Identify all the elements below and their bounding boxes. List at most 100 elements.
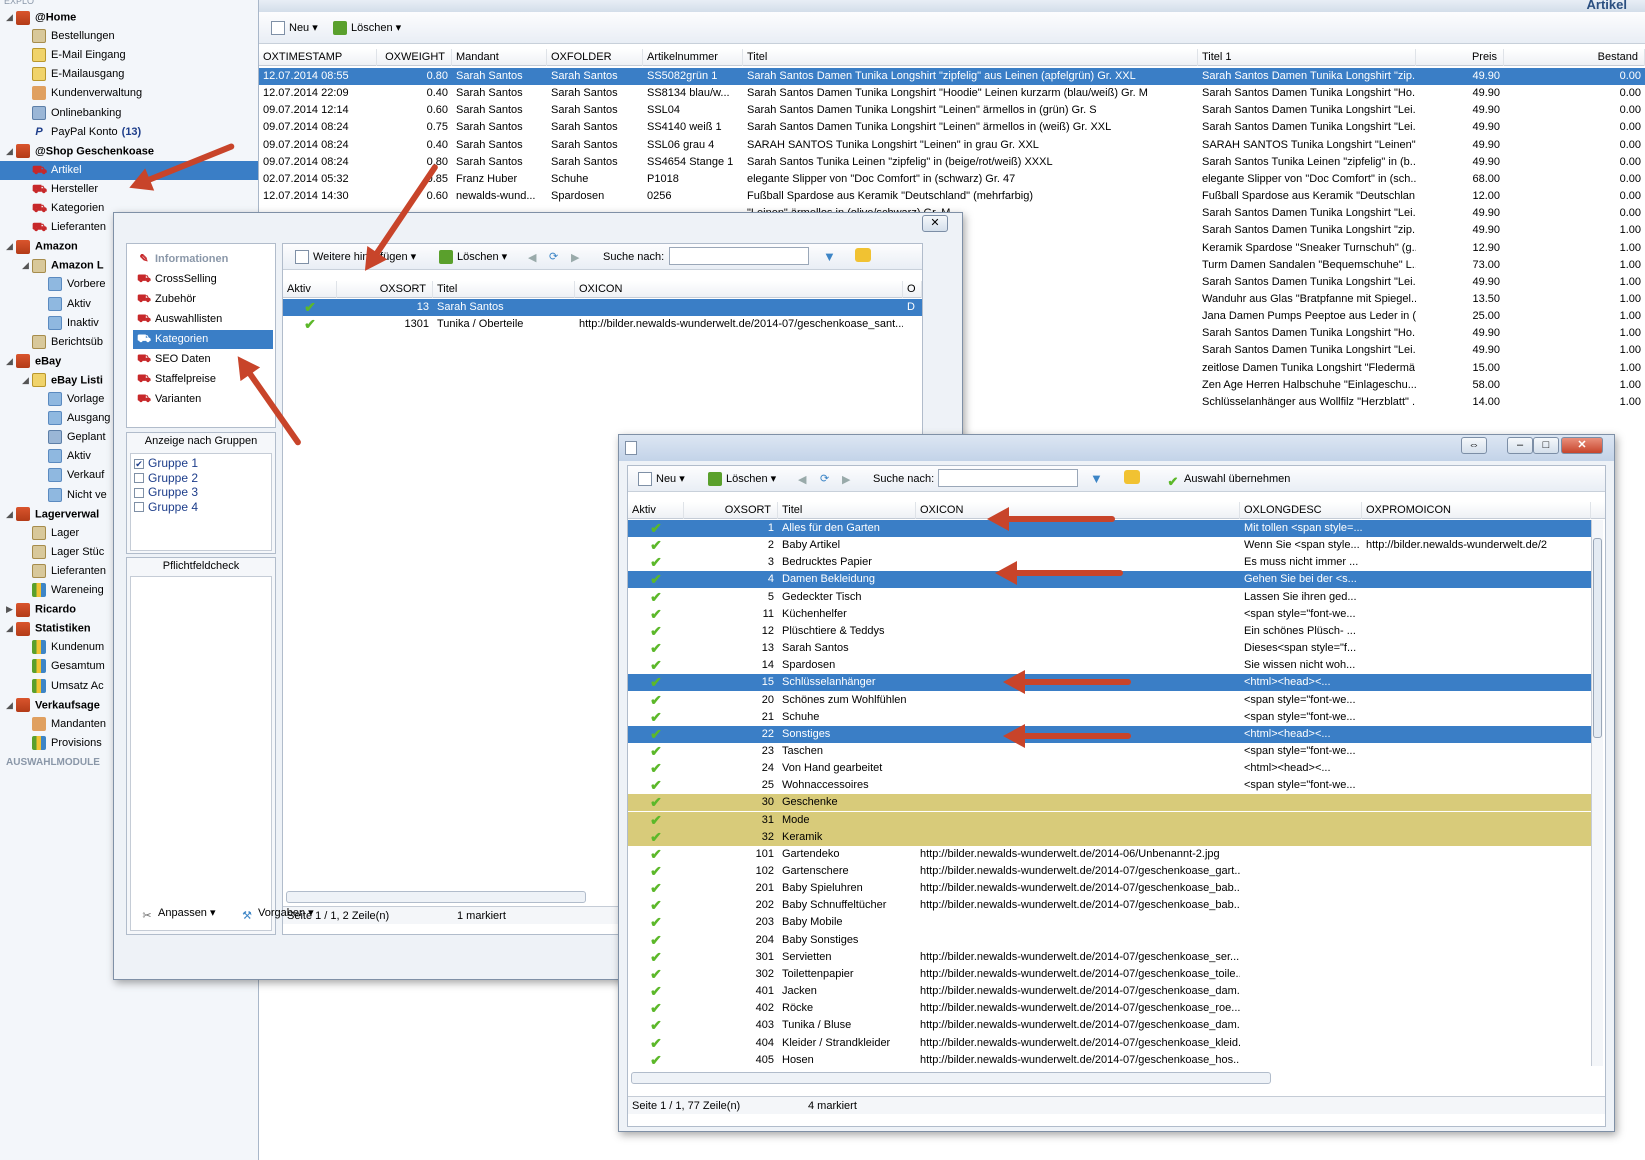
active-checkmark-icon[interactable]: ✔ — [628, 1017, 684, 1034]
group-checkbox[interactable] — [134, 502, 144, 513]
active-checkmark-icon[interactable]: ✔ — [628, 606, 684, 623]
column-header[interactable]: Aktiv — [628, 502, 684, 519]
horizontal-scrollbar[interactable] — [631, 1072, 1271, 1084]
active-checkmark-icon[interactable]: ✔ — [628, 777, 684, 794]
table-row[interactable]: ✔ 24 Von Hand gearbeitet <html><head><... — [628, 760, 1591, 777]
nav-item-zubehör[interactable]: ⛟ Zubehör — [133, 290, 273, 309]
table-row[interactable]: ✔ 405 Hosen http://bilder.newalds-wunderwel… — [628, 1052, 1591, 1069]
active-checkmark-icon[interactable]: ✔ — [628, 589, 684, 606]
nav-back-icon[interactable]: ◀ — [528, 251, 536, 264]
nav-forward-icon[interactable]: ▶ — [842, 473, 850, 486]
active-checkmark-icon[interactable]: ✔ — [628, 846, 684, 863]
nav-item-auswahllisten[interactable]: ⛟ Auswahllisten — [133, 310, 273, 329]
active-checkmark-icon[interactable]: ✔ — [628, 726, 684, 743]
table-row[interactable]: ✔ 20 Schönes zum Wohlfühlen <span style="fo… — [628, 692, 1591, 709]
table-row[interactable]: 09.07.2014 12:14 0.60 Sarah Santos Sarah Sa… — [259, 102, 1645, 119]
restore-button[interactable]: ⇔ — [1461, 437, 1487, 454]
active-checkmark-icon[interactable]: ✔ — [628, 1035, 684, 1052]
table-row[interactable]: 12.07.2014 08:55 0.80 Sarah Santos Sarah Sa… — [259, 68, 1645, 85]
expand-arrow-icon[interactable]: ◢ — [6, 142, 16, 161]
nav-item-varianten[interactable]: ⛟ Varianten — [133, 390, 273, 409]
active-checkmark-icon[interactable]: ✔ — [628, 623, 684, 640]
active-checkmark-icon[interactable]: ✔ — [628, 657, 684, 674]
db-icon[interactable] — [1124, 470, 1140, 484]
table-row[interactable]: ✔ 3 Bedrucktes Papier Es muss nicht immer .… — [628, 554, 1591, 571]
active-checkmark-icon[interactable]: ✔ — [628, 880, 684, 897]
sidebar-item[interactable]: ◢ @Home — [0, 8, 258, 27]
column-header[interactable]: Artikelnummer — [643, 49, 743, 66]
defaults-button[interactable]: ⚒ Vorgaben ▾ — [236, 903, 318, 923]
table-row[interactable]: ✔ 12 Plüschtiere & Teddys Ein schönes Plüsc… — [628, 623, 1591, 640]
column-header[interactable]: Titel — [433, 281, 575, 298]
table-row[interactable]: ✔ 201 Baby Spieluhren http://bilder.newalds… — [628, 880, 1591, 897]
active-checkmark-icon[interactable]: ✔ — [628, 966, 684, 983]
refresh-icon[interactable]: ⟳ — [820, 472, 829, 485]
db-icon[interactable] — [855, 248, 871, 262]
vertical-scrollbar[interactable] — [1591, 520, 1603, 1066]
column-header[interactable]: Preis — [1416, 49, 1504, 66]
table-row[interactable]: ✔ 202 Baby Schnuffeltücher http://bilder.ne… — [628, 897, 1591, 914]
table-row[interactable]: ✔ 13 Sarah Santos Dieses<span style="f... — [628, 640, 1591, 657]
expand-arrow-icon[interactable]: ◢ — [22, 256, 32, 275]
active-checkmark-icon[interactable]: ✔ — [628, 537, 684, 554]
active-checkmark-icon[interactable]: ✔ — [628, 743, 684, 760]
minimize-button[interactable]: – — [1507, 437, 1533, 454]
active-checkmark-icon[interactable]: ✔ — [628, 1052, 684, 1069]
column-header[interactable]: Titel 1 — [1198, 49, 1416, 66]
column-header[interactable]: Mandant — [452, 49, 547, 66]
sidebar-item[interactable]: E-Mail Eingang — [0, 46, 258, 65]
column-header[interactable]: O — [903, 281, 922, 298]
expand-arrow-icon[interactable]: ◢ — [6, 505, 16, 524]
group-filter-item[interactable]: Gruppe 4 — [134, 500, 198, 514]
table-row[interactable]: 09.07.2014 08:24 0.75 Sarah Santos Sarah Sa… — [259, 119, 1645, 136]
group-filter-item[interactable]: Gruppe 3 — [134, 485, 198, 499]
group-checkbox[interactable]: ✔ — [134, 458, 144, 469]
active-checkmark-icon[interactable]: ✔ — [628, 863, 684, 880]
sidebar-item[interactable]: P PayPal Konto (13) — [0, 123, 258, 142]
table-row[interactable]: ✔ 1 Alles für den Garten Mit tollen <span s… — [628, 520, 1591, 537]
expand-arrow-icon[interactable]: ◢ — [22, 371, 32, 390]
dialog1-delete-button[interactable]: Löschen ▾ — [435, 247, 511, 267]
dialog1-close-button[interactable]: ✕ — [922, 215, 948, 232]
expand-arrow-icon[interactable]: ◢ — [6, 352, 16, 371]
table-row[interactable]: ✔ 302 Toilettenpapier http://bilder.newalds… — [628, 966, 1591, 983]
column-header[interactable]: OXWEIGHT — [377, 49, 452, 66]
table-row[interactable]: 12.07.2014 14:30 0.60 newalds-wund... Spard… — [259, 188, 1645, 205]
active-checkmark-icon[interactable]: ✔ — [628, 692, 684, 709]
table-row[interactable]: ✔ 21 Schuhe <span style="font-we... — [628, 709, 1591, 726]
filter-icon[interactable]: ▼ — [1090, 471, 1103, 486]
table-row[interactable]: ✔ 23 Taschen <span style="font-we... — [628, 743, 1591, 760]
table-row[interactable]: ✔ 403 Tunika / Bluse http://bilder.newalds-… — [628, 1017, 1591, 1034]
column-header[interactable]: Aktiv — [283, 281, 337, 298]
active-checkmark-icon[interactable]: ✔ — [283, 316, 337, 333]
table-row[interactable]: 12.07.2014 22:09 0.40 Sarah Santos Sarah Sa… — [259, 85, 1645, 102]
active-checkmark-icon[interactable]: ✔ — [628, 812, 684, 829]
group-filter-item[interactable]: Gruppe 2 — [134, 471, 198, 485]
new-button[interactable]: Neu ▾ — [267, 18, 322, 38]
refresh-icon[interactable]: ⟳ — [549, 250, 558, 263]
table-row[interactable]: ✔ 101 Gartendeko http://bilder.newalds-wund… — [628, 846, 1591, 863]
column-header[interactable]: Titel — [778, 502, 916, 519]
active-checkmark-icon[interactable]: ✔ — [628, 932, 684, 949]
group-filter-item[interactable]: ✔ Gruppe 1 — [134, 456, 198, 470]
active-checkmark-icon[interactable]: ✔ — [628, 949, 684, 966]
horizontal-scrollbar[interactable] — [286, 891, 586, 903]
active-checkmark-icon[interactable]: ✔ — [628, 640, 684, 657]
table-row[interactable]: ✔ 404 Kleider / Strandkleider http://bilder… — [628, 1035, 1591, 1052]
nav-forward-icon[interactable]: ▶ — [571, 251, 579, 264]
active-checkmark-icon[interactable]: ✔ — [283, 299, 337, 316]
dialog2-close-button[interactable]: ✕ — [1561, 437, 1603, 454]
column-header[interactable]: Bestand — [1504, 49, 1645, 66]
nav-item-crossselling[interactable]: ⛟ CrossSelling — [133, 270, 273, 289]
active-checkmark-icon[interactable]: ✔ — [628, 674, 684, 691]
active-checkmark-icon[interactable]: ✔ — [628, 571, 684, 588]
column-header[interactable]: OXICON — [575, 281, 903, 298]
table-row[interactable]: ✔ 14 Spardosen Sie wissen nicht woh... — [628, 657, 1591, 674]
table-row[interactable]: ✔ 301 Servietten http://bilder.newalds-wund… — [628, 949, 1591, 966]
table-row[interactable]: ✔ 402 Röcke http://bilder.newalds-wunderwel… — [628, 1000, 1591, 1017]
table-row[interactable]: ✔ 25 Wohnaccessoires <span style="font-we..… — [628, 777, 1591, 794]
active-checkmark-icon[interactable]: ✔ — [628, 794, 684, 811]
group-checkbox[interactable] — [134, 473, 144, 484]
table-row[interactable]: 09.07.2014 08:24 0.80 Sarah Santos Sarah Sa… — [259, 154, 1645, 171]
dialog2-new-button[interactable]: Neu ▾ — [634, 469, 689, 489]
